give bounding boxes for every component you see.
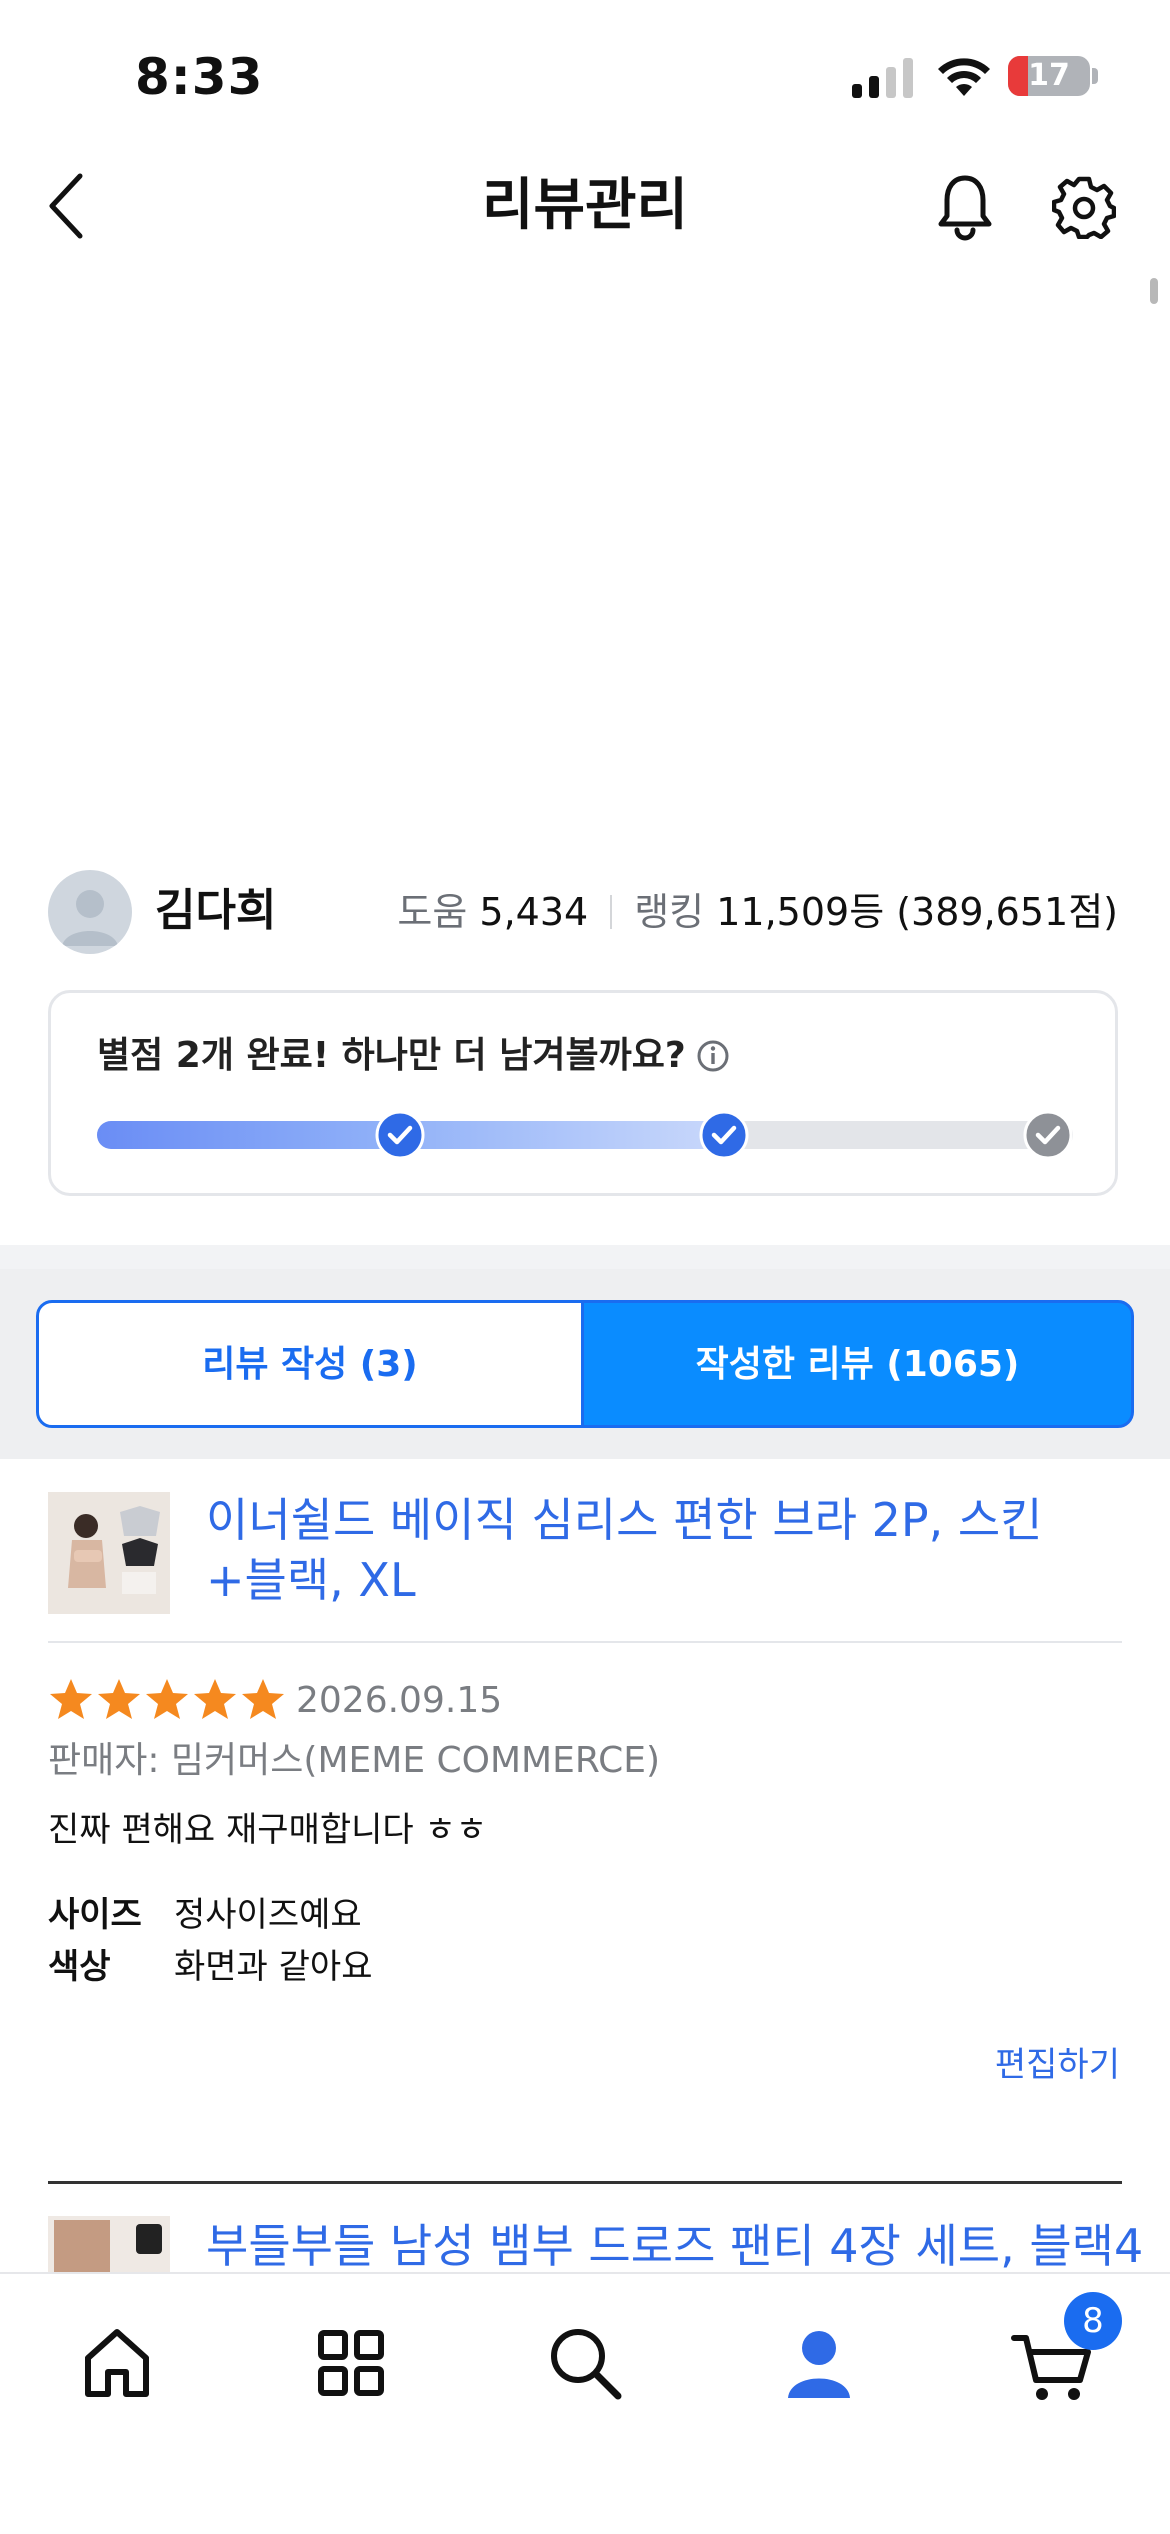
progress-message: 별점 2개 완료! 하나만 더 남겨볼까요? bbox=[97, 1029, 730, 1083]
tab-write-review[interactable]: 리뷰 작성 (3) bbox=[36, 1300, 584, 1428]
stats-divider bbox=[610, 895, 613, 929]
bell-icon[interactable] bbox=[935, 172, 995, 242]
ranking-label: 랭킹 bbox=[634, 890, 705, 934]
star-icon bbox=[50, 1679, 92, 1719]
product-thumbnail[interactable] bbox=[48, 1492, 170, 1614]
progress-step-3 bbox=[1023, 1110, 1073, 1160]
product-thumbnail[interactable] bbox=[48, 2216, 170, 2276]
star-icon bbox=[98, 1679, 140, 1719]
progress-message-text: 별점 2개 완료! 하나만 더 남겨볼까요? bbox=[97, 1035, 686, 1076]
progress-step-1 bbox=[375, 1110, 425, 1160]
attribute-value: 정사이즈예요 bbox=[174, 1895, 362, 1935]
progress-step-2 bbox=[699, 1110, 749, 1160]
product-title-link[interactable]: 부들부들 남성 뱀부 드로즈 팬티 4장 세트, 블랙4 bbox=[206, 2216, 1146, 2276]
search-icon[interactable] bbox=[540, 2318, 630, 2408]
info-icon[interactable] bbox=[696, 1039, 730, 1073]
review-separator bbox=[48, 2181, 1122, 2184]
bottom-nav bbox=[0, 2272, 1170, 2534]
star-icon bbox=[146, 1679, 188, 1719]
back-arrow-icon[interactable] bbox=[44, 168, 94, 244]
categories-icon[interactable] bbox=[306, 2318, 396, 2408]
status-time: 8:33 bbox=[135, 48, 264, 106]
review-date: 2026.09.15 bbox=[296, 1680, 503, 1721]
home-icon[interactable] bbox=[72, 2318, 162, 2408]
ranking-value: 11,509등 (389,651점) bbox=[716, 890, 1118, 934]
star-icon bbox=[194, 1679, 236, 1719]
cellular-signal-icon bbox=[852, 58, 913, 98]
my-page-icon[interactable] bbox=[774, 2318, 864, 2408]
user-stats: 도움 5,434 랭킹 11,509등 (389,651점) bbox=[397, 882, 1118, 942]
battery-icon: 17 bbox=[1008, 56, 1090, 96]
help-label: 도움 bbox=[397, 890, 468, 934]
section-divider bbox=[0, 1245, 1170, 1269]
review-text: 진짜 편해요 재구매합니다 ㅎㅎ bbox=[48, 1810, 488, 1850]
seller-name: 판매자: 밈커머스(MEME COMMERCE) bbox=[48, 1740, 661, 1781]
help-value: 5,434 bbox=[479, 890, 589, 934]
edit-review-link[interactable]: 편집하기 bbox=[995, 2040, 1120, 2090]
attribute-key: 색상 bbox=[48, 1947, 111, 1987]
review-attribute-color: 색상 화면과 같아요 bbox=[48, 1942, 373, 1992]
user-name: 김다희 bbox=[155, 885, 277, 936]
rating-progress-card: 별점 2개 완료! 하나만 더 남겨볼까요? bbox=[48, 990, 1118, 1196]
star-rating bbox=[48, 1676, 288, 1726]
star-icon bbox=[242, 1679, 284, 1719]
divider bbox=[48, 1641, 1122, 1643]
cart-badge: 8 bbox=[1064, 2292, 1122, 2350]
scrollbar[interactable] bbox=[1150, 278, 1158, 304]
gear-icon[interactable] bbox=[1052, 175, 1116, 239]
attribute-key: 사이즈 bbox=[48, 1895, 142, 1935]
review-attribute-size: 사이즈 정사이즈예요 bbox=[48, 1890, 362, 1940]
attribute-value: 화면과 같아요 bbox=[174, 1947, 373, 1987]
progress-track bbox=[97, 1110, 1073, 1160]
avatar[interactable] bbox=[48, 870, 132, 954]
tab-written-reviews[interactable]: 작성한 리뷰 (1065) bbox=[581, 1300, 1134, 1428]
battery-tip bbox=[1092, 68, 1098, 84]
wifi-icon bbox=[938, 58, 990, 96]
battery-level: 17 bbox=[1028, 58, 1070, 93]
product-title-link[interactable]: 이너쉴드 베이직 심리스 편한 브라 2P, 스킨+블랙, XL bbox=[206, 1490, 1106, 1610]
